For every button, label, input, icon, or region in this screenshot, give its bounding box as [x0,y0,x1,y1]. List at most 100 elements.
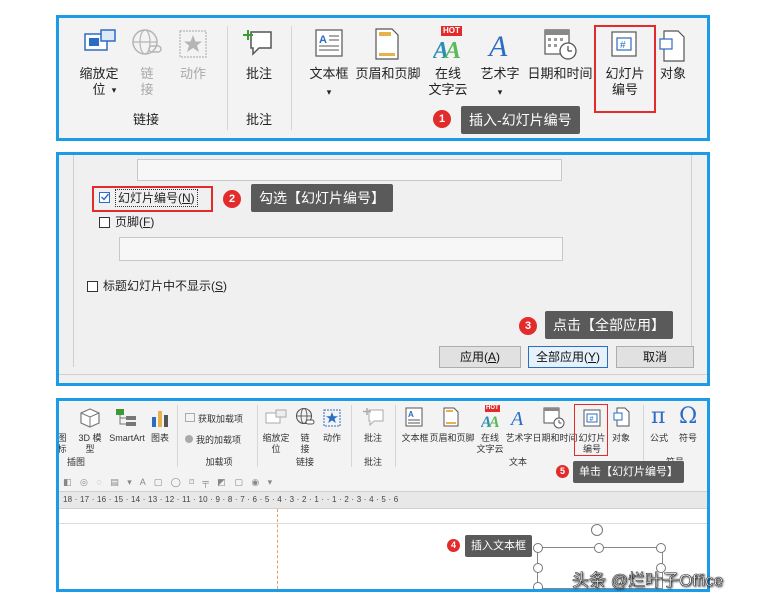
svg-text:A: A [408,410,414,419]
hide-on-title-close-paren: ) [223,279,228,293]
comment-label: 批注 [245,66,272,81]
resize-handle[interactable] [533,543,543,553]
word-cloud-icon: A A [433,38,461,62]
model-3d-label: 3D 模 型 [78,433,102,454]
textbox-label: 文本框 [309,66,349,81]
apply-button[interactable]: 应用(A) [439,346,521,368]
hide-on-title-label: 标题幻灯片中不显示(S) [103,278,227,294]
header-footer-label: 页眉和页脚 [429,433,475,443]
step-4-marker: 4 [447,539,460,552]
group-separator [291,26,292,130]
textbox-label: 文本框 [401,433,429,443]
object-button[interactable]: 对象 [653,28,693,118]
object-icon [659,30,685,62]
textbox-button[interactable]: A 文本框 ▾ [303,28,353,118]
dialog-left-edge [73,155,74,367]
group-illustration-label: 插图 [66,457,85,467]
step-2-marker: 2 [223,190,241,208]
header-footer-icon [375,28,399,60]
symbol-label: 符号 [678,433,697,443]
chart-label: 图表 [150,433,169,443]
cancel-button[interactable]: 取消 [616,346,694,368]
apply-button-text: 应用( [459,350,488,364]
group-comment-label: 批注 [245,112,272,127]
step-1-callout: 插入-幻灯片编号 [461,106,580,134]
header-footer-button[interactable]: 页眉和页脚 [353,28,423,118]
slide-number-checkbox-highlight [92,186,213,212]
word-art-button[interactable]: A 艺术字 ▾ [477,28,523,118]
get-addin-label: 获取加载项 [198,414,244,424]
center-guide-line [277,509,278,589]
resize-handle[interactable] [533,582,543,589]
group-addin-label: 加载项 [205,457,233,467]
slide-number-highlight [574,404,608,456]
header-footer-dialog-panel: 幻灯片编号(N) 2 勾选【幻灯片编号】 页脚(F) 标题幻灯片中不显示(S) … [56,152,710,386]
get-addin-button[interactable]: 获取加载项 [185,413,255,425]
date-time-label: 日期和时间 [532,433,578,443]
hide-on-title-checkbox[interactable] [87,281,98,292]
object-label: 对象 [611,433,630,443]
smartart-icon [116,409,136,426]
zoom-button[interactable]: 缩放定 位 ▾ [73,28,123,118]
rotate-handle-icon[interactable] [591,524,603,536]
group-comment-label: 批注 [363,457,382,467]
step-4-callout: 插入文本框 [465,535,532,557]
footer-checkbox[interactable] [99,217,110,228]
word-art-dropdown-icon: ▾ [497,87,503,97]
action-label: 动作 [179,66,206,81]
pi-icon: π [651,404,666,429]
step-1-marker: 1 [433,110,451,128]
globe-link-icon [295,407,315,425]
my-addin-button[interactable]: 我的加载项 [185,435,265,446]
date-time-button[interactable]: 日期和时间 [525,28,595,118]
resize-handle[interactable] [533,563,543,573]
footer-label-text: 页脚( [115,215,143,229]
word-cloud-button[interactable]: HOT A A 在线 文字云 [425,26,471,118]
star-action-icon [323,409,341,427]
footer-checkbox-label: 页脚(F) [115,214,154,230]
ruler-text: 18 · 17 · 16 · 15 · 14 · 13 · 12 · 11 · … [63,495,399,504]
comment-icon [243,30,272,56]
resize-handle[interactable] [594,543,604,553]
globe-link-icon [132,29,162,55]
textbox-icon: A [405,407,423,427]
step-2-callout: 勾选【幻灯片编号】 [251,184,393,212]
action-label: 动作 [322,433,341,443]
slide-number-highlight [594,25,656,113]
store-icon [185,413,195,422]
my-addin-label: 我的加载项 [196,435,242,445]
date-text-field[interactable] [137,159,562,181]
toolbar-icons: ◧ ◎ ◌ ▤ ▾ A ▢ ◯ ⌑ ╤ ◩ ▢ ◉ ▾ [63,477,276,487]
group-separator [351,405,352,467]
puzzle-icon [185,435,193,443]
apply-accesskey: A [487,350,496,364]
group-separator [643,405,644,467]
smartart-label: SmartArt [109,433,145,443]
apply-all-button[interactable]: 全部应用(Y) [528,346,608,368]
ribbon-editor-panel: 图 标 3D 模 型 SmartArt 图表 插图 获取加载项 我的加载项 加载… [56,398,710,592]
footer-text-field[interactable] [119,237,563,261]
textbox-icon: A [315,29,343,57]
apply-close-paren: ) [496,350,500,364]
resize-handle[interactable] [656,543,666,553]
footer-close-paren: ) [150,215,155,229]
group-link-label: 链接 [295,457,314,467]
drawing-toolbar: ◧ ◎ ◌ ▤ ▾ A ▢ ◯ ⌑ ╤ ◩ ▢ ◉ ▾ [59,473,707,491]
svg-text:A: A [509,408,524,427]
svg-text:A: A [319,34,327,46]
canvas-top-line [59,523,707,524]
word-cloud-label: 在线 文字云 [476,433,504,454]
svg-text:A: A [488,414,500,429]
group-separator [395,405,396,467]
calendar-clock-icon [543,407,565,429]
apply-all-accesskey: Y [587,350,596,364]
group-text-label: 文本 [508,457,527,467]
chart-icon [152,411,168,427]
hide-on-title-accesskey: S [215,279,224,293]
horizontal-ruler[interactable]: 18 · 17 · 16 · 15 · 14 · 13 · 12 · 11 · … [59,491,707,509]
word-art-icon: A [509,408,524,427]
comment-label: 批注 [363,433,382,443]
apply-all-button-text: 全部应用( [535,350,588,364]
comment-button[interactable]: 批注 [239,28,279,118]
icons-label: 图 标 [57,433,67,454]
